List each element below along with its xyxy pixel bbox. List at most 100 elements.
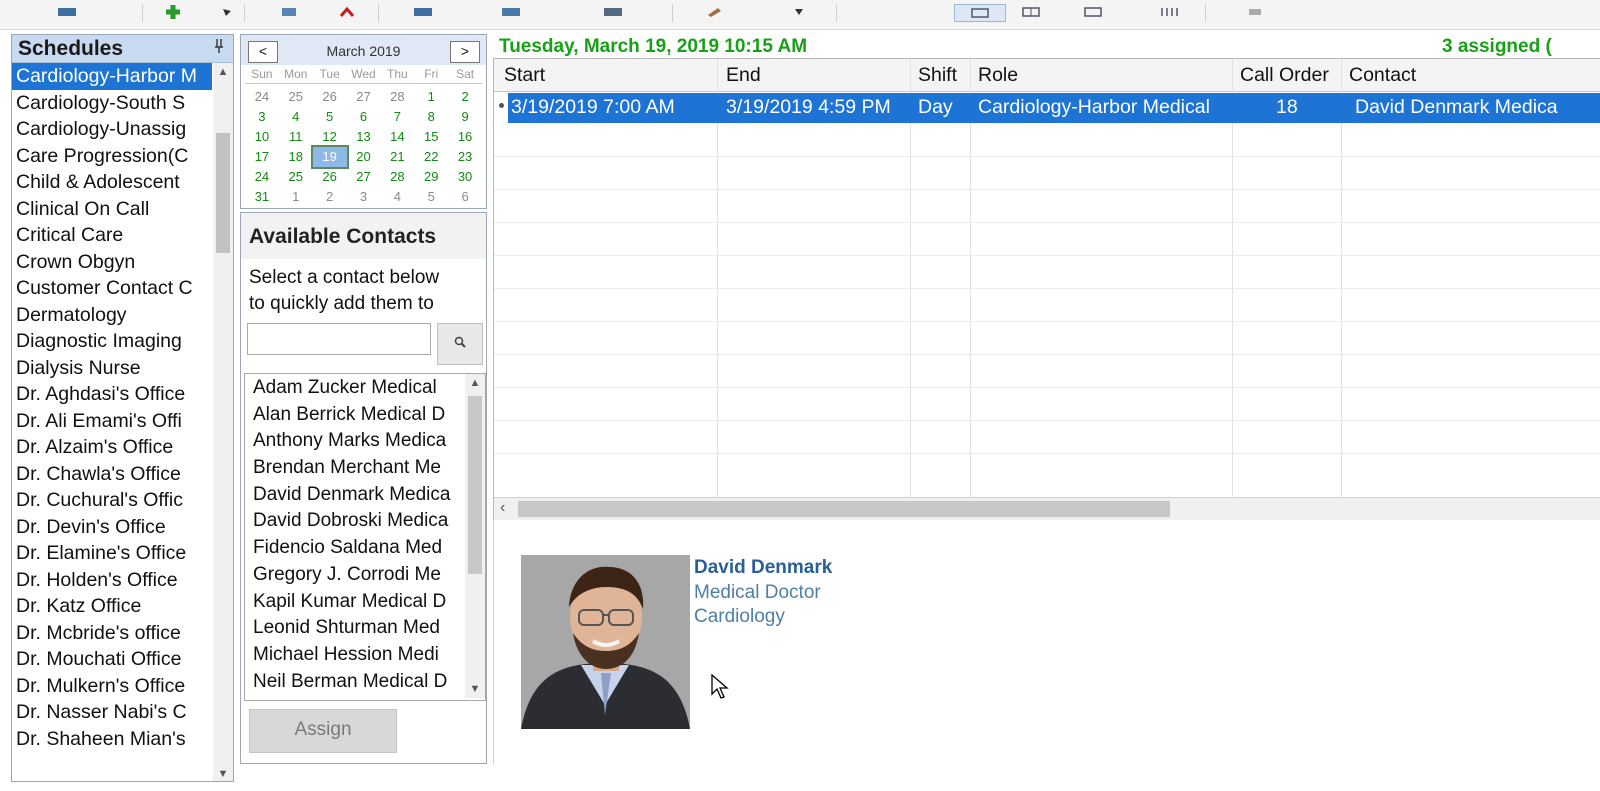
calendar-day[interactable]: 3 (245, 107, 279, 127)
contact-list-item[interactable]: Leonid Shturman Med (245, 614, 465, 641)
calendar-day[interactable]: 12 (313, 127, 347, 147)
schedule-item[interactable]: Cardiology-South S (12, 90, 212, 117)
schedule-item[interactable]: Dr. Katz Office (12, 593, 212, 620)
calendar-day[interactable]: 14 (380, 127, 414, 147)
schedule-item[interactable]: Dr. Mulkern's Office (12, 673, 212, 700)
schedule-item[interactable]: Customer Contact C (12, 275, 212, 302)
timeline-view-icon[interactable] (1156, 4, 1182, 20)
calendar-day[interactable]: 24 (245, 167, 279, 187)
assign-button[interactable]: Assign (249, 709, 397, 753)
scroll-left-icon[interactable]: ‹ (500, 499, 505, 517)
calendar-day[interactable]: 29 (414, 167, 448, 187)
calendar-day[interactable]: 4 (380, 187, 414, 207)
calendar-day[interactable]: 26 (313, 167, 347, 187)
schedule-item[interactable]: Dr. Mouchati Office (12, 646, 212, 673)
contact-list-item[interactable]: Kapil Kumar Medical D (245, 588, 465, 615)
scroll-down-icon[interactable]: ▼ (465, 680, 485, 698)
schedule-icon[interactable] (54, 4, 80, 20)
schedule-list-scrollbar[interactable]: ▲ ▼ (213, 63, 233, 781)
schedule-item[interactable]: Dr. Cuchural's Offic (12, 487, 212, 514)
calendar-day[interactable]: 5 (313, 107, 347, 127)
calendar-day[interactable]: 2 (448, 87, 482, 107)
schedule-item[interactable]: Dr. Ali Emami's Offi (12, 408, 212, 435)
schedule-item[interactable]: Clinical On Call (12, 196, 212, 223)
contact-list-item[interactable]: Neil Berman Medical D (245, 668, 465, 695)
schedule-item[interactable]: Dr. Chawla's Office (12, 461, 212, 488)
calendar-day[interactable]: 24 (245, 87, 279, 107)
scroll-down-icon[interactable]: ▼ (213, 765, 233, 781)
calendar-day[interactable]: 25 (279, 87, 313, 107)
more-icon[interactable] (786, 4, 812, 20)
calendar-day[interactable]: 1 (414, 87, 448, 107)
contact-search-input[interactable] (247, 323, 431, 355)
column-header-end[interactable]: End (726, 64, 761, 87)
calendar-day[interactable]: 22 (414, 147, 448, 167)
calendar-day[interactable]: 4 (279, 107, 313, 127)
calendar-day[interactable]: 8 (414, 107, 448, 127)
calendar-day[interactable]: 28 (380, 167, 414, 187)
calendar-day[interactable]: 26 (313, 87, 347, 107)
scrollbar-thumb[interactable] (216, 133, 230, 253)
schedule-item[interactable]: Dr. Mcbride's office (12, 620, 212, 647)
contact-list-item[interactable]: Fidencio Saldana Med (245, 534, 465, 561)
delete-icon[interactable] (334, 4, 360, 20)
schedule-item[interactable]: Dr. Nasser Nabi's C (12, 699, 212, 726)
schedule-item[interactable]: Cardiology-Harbor M (12, 63, 212, 90)
calendar-day[interactable]: 7 (380, 107, 414, 127)
day-view-icon[interactable] (954, 4, 1006, 22)
schedule-item[interactable]: Care Progression(C (12, 143, 212, 170)
scroll-up-icon[interactable]: ▲ (213, 63, 233, 81)
export-icon[interactable] (498, 4, 524, 20)
scrollbar-thumb[interactable] (518, 501, 1170, 517)
calendar-day[interactable]: 30 (448, 167, 482, 187)
edit-icon[interactable] (702, 4, 728, 20)
calendar-day[interactable]: 27 (347, 87, 381, 107)
contact-list-scrollbar[interactable]: ▲ ▼ (465, 374, 485, 698)
calendar-day[interactable]: 21 (380, 147, 414, 167)
scrollbar-thumb[interactable] (468, 396, 482, 574)
calendar-day[interactable]: 6 (448, 187, 482, 207)
schedule-item[interactable]: Dr. Elamine's Office (12, 540, 212, 567)
contact-list-item[interactable]: David Denmark Medica (245, 481, 465, 508)
calendar-day[interactable]: 17 (245, 147, 279, 167)
contact-list-item[interactable]: Michael Hession Medi (245, 641, 465, 668)
column-header-call-order[interactable]: Call Order (1240, 64, 1329, 87)
schedule-item[interactable]: Child & Adolescent (12, 169, 212, 196)
schedule-item[interactable]: Dr. Shaheen Mian's (12, 726, 212, 753)
calendar-day[interactable]: 2 (313, 187, 347, 207)
prev-month-button[interactable]: < (248, 41, 278, 63)
calendar-day[interactable]: 16 (448, 127, 482, 147)
calendar-day[interactable]: 9 (448, 107, 482, 127)
contact-name[interactable]: David Denmark (694, 557, 832, 579)
calendar-day[interactable]: 15 (414, 127, 448, 147)
calendar-day[interactable]: 20 (347, 147, 381, 167)
scroll-up-icon[interactable]: ▲ (465, 374, 485, 392)
report-icon[interactable] (600, 4, 626, 20)
contact-list-item[interactable]: Adam Zucker Medical (245, 374, 465, 401)
contact-list-item[interactable]: Alan Berrick Medical D (245, 401, 465, 428)
calendar-day[interactable]: 1 (279, 187, 313, 207)
print-icon[interactable] (410, 4, 436, 20)
calendar-day[interactable]: 6 (347, 107, 381, 127)
contact-list-item[interactable]: David Dobroski Medica (245, 507, 465, 534)
schedule-item[interactable]: Crown Obgyn (12, 249, 212, 276)
calendar-day-selected[interactable]: 19 (310, 145, 349, 169)
calendar-day[interactable]: 5 (414, 187, 448, 207)
schedule-item[interactable]: Dr. Alzaim's Office (12, 434, 212, 461)
calendar-day[interactable]: 18 (279, 147, 313, 167)
settings-icon[interactable] (1242, 4, 1268, 20)
schedule-item[interactable]: Dr. Holden's Office (12, 567, 212, 594)
calendar-day[interactable]: 23 (448, 147, 482, 167)
contact-list-item[interactable]: Brendan Merchant Me (245, 454, 465, 481)
calendar-day[interactable]: 11 (279, 127, 313, 147)
column-header-shift[interactable]: Shift (918, 64, 957, 87)
calendar-day[interactable]: 27 (347, 167, 381, 187)
dropdown-icon[interactable] (214, 4, 240, 20)
schedule-item[interactable]: Diagnostic Imaging (12, 328, 212, 355)
calendar-day[interactable]: 31 (245, 187, 279, 207)
month-view-icon[interactable] (1080, 4, 1106, 20)
week-view-icon[interactable] (1018, 4, 1044, 20)
schedule-item[interactable]: Critical Care (12, 222, 212, 249)
schedule-item[interactable]: Dr. Devin's Office (12, 514, 212, 541)
schedule-item[interactable]: Dermatology (12, 302, 212, 329)
